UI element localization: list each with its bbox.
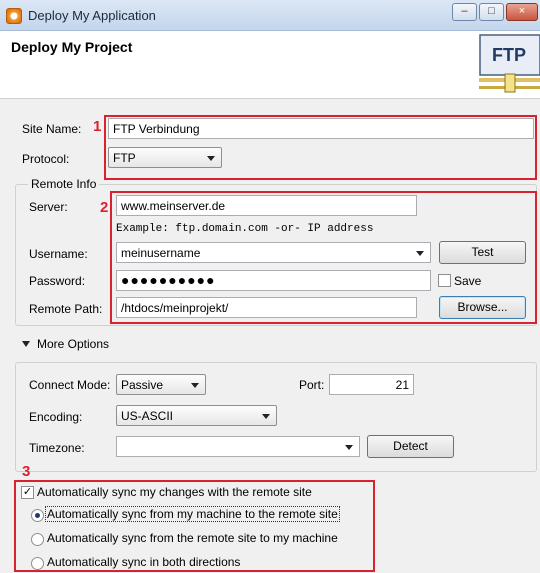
app-gear-icon (6, 8, 22, 24)
remote-info-legend: Remote Info (28, 177, 100, 191)
chevron-down-icon (345, 445, 353, 450)
sync-option-label-1[interactable]: Automatically sync from my machine to th… (45, 506, 340, 522)
chevron-down-icon (416, 251, 424, 256)
remote-path-input[interactable]: /htdocs/meinprojekt/ (116, 297, 417, 318)
auto-sync-label: Automatically sync my changes with the r… (37, 485, 312, 499)
minimize-button[interactable]: – (452, 3, 477, 21)
ftp-logo-text: FTP (492, 45, 526, 65)
chevron-down-icon (262, 414, 270, 419)
page-title: Deploy My Project (11, 39, 133, 55)
chevron-down-icon (191, 383, 199, 388)
chevron-down-icon (207, 156, 215, 161)
window-title: Deploy My Application (28, 8, 156, 23)
annotation-1: 1 (93, 118, 102, 135)
more-options-toggle[interactable]: More Options (37, 337, 109, 351)
detect-button[interactable]: Detect (367, 435, 454, 458)
username-label: Username: (29, 247, 88, 261)
port-input[interactable]: 21 (329, 374, 414, 395)
port-label: Port: (299, 378, 325, 392)
protocol-select[interactable]: FTP (108, 147, 222, 168)
protocol-label: Protocol: (22, 152, 70, 166)
timezone-label: Timezone: (29, 441, 85, 455)
annotation-2: 2 (100, 199, 109, 216)
server-hint: Example: ftp.domain.com -or- IP address (116, 223, 374, 235)
annotation-3: 3 (22, 463, 31, 480)
password-input[interactable]: ●●●●●●●●●● (116, 270, 431, 291)
connect-mode-select[interactable]: Passive (116, 374, 206, 395)
save-checkbox[interactable] (438, 274, 451, 287)
browse-button[interactable]: Browse... (439, 296, 526, 319)
encoding-label: Encoding: (29, 410, 83, 424)
auto-sync-checkbox[interactable]: ✓ (21, 486, 34, 499)
remote-path-label: Remote Path: (29, 302, 103, 316)
close-button[interactable]: × (506, 3, 538, 21)
sync-option-radio-1[interactable] (31, 509, 44, 522)
test-button[interactable]: Test (439, 241, 526, 264)
site-name-label: Site Name: (22, 122, 82, 136)
connect-mode-value: Passive (121, 378, 164, 392)
username-select[interactable]: meinusername (116, 242, 431, 263)
ftp-logo-icon: FTP (479, 34, 540, 93)
maximize-button[interactable]: □ (479, 3, 504, 21)
encoding-value: US-ASCII (121, 409, 174, 423)
sync-option-label-3[interactable]: Automatically sync in both directions (47, 555, 240, 569)
site-name-input[interactable]: FTP Verbindung (108, 118, 534, 139)
username-value: meinusername (121, 246, 201, 260)
password-label: Password: (29, 274, 86, 288)
timezone-select[interactable] (116, 436, 360, 457)
sync-option-label-2[interactable]: Automatically sync from the remote site … (47, 531, 338, 545)
encoding-select[interactable]: US-ASCII (116, 405, 277, 426)
save-label: Save (454, 274, 482, 288)
server-label: Server: (29, 200, 68, 214)
sync-option-radio-3[interactable] (31, 557, 44, 570)
server-input[interactable]: www.meinserver.de (116, 195, 417, 216)
sync-option-radio-2[interactable] (31, 533, 44, 546)
collapse-triangle-icon[interactable] (22, 341, 30, 347)
connect-mode-label: Connect Mode: (29, 378, 111, 392)
protocol-value: FTP (113, 151, 136, 165)
